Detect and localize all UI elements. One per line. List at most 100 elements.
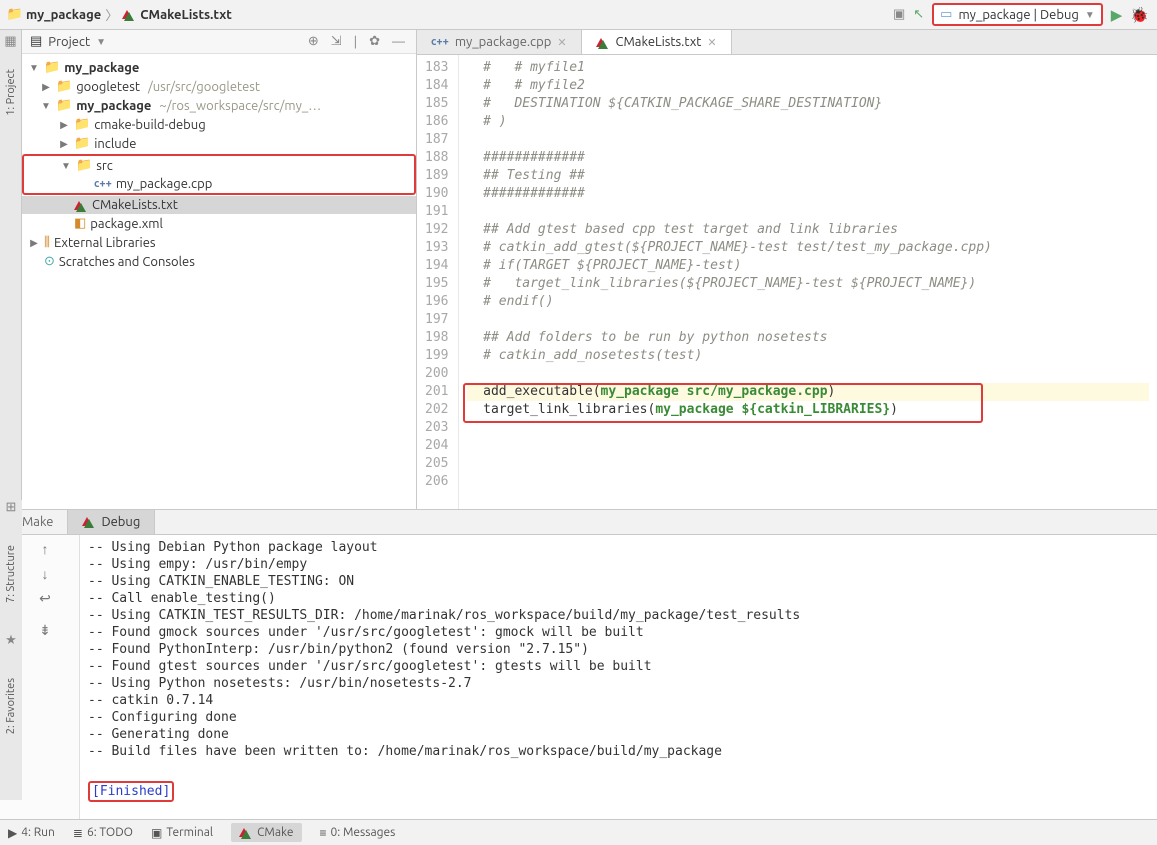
status-cmake[interactable]: CMake (231, 823, 301, 842)
close-icon[interactable]: ✕ (707, 36, 716, 49)
code-content[interactable]: # # myfile1 # # myfile2 # DESTINATION ${… (459, 55, 1157, 509)
cmake-icon (82, 517, 92, 526)
tree-item-package[interactable]: ▼ 📁 my_package ~/ros_workspace/src/my_… (22, 96, 416, 115)
wrap-icon[interactable]: ↩ (36, 590, 54, 614)
tree-item-path: ~/ros_workspace/src/my_… (159, 99, 321, 113)
chevron-right-icon[interactable]: ▶ (58, 138, 70, 150)
down-icon[interactable]: ↓ (36, 566, 54, 582)
project-tree[interactable]: ▼ 📁 my_package ▶ 📁 googletest /usr/src/g… (22, 54, 416, 509)
project-tool-window: ▤ Project ▼ ⊕ ⇲ | ✿ — ▼ 📁 my_package ▶ 📁… (22, 30, 417, 509)
tree-item-src-file[interactable]: c++ my_package.cpp (24, 175, 414, 193)
code-editor[interactable]: 1831841851861871881891901911921931941951… (417, 55, 1157, 509)
tree-item-external-libs[interactable]: ▶ ⫼ External Libraries (22, 233, 416, 252)
folder-icon: 📁 (56, 98, 72, 113)
tree-item-label: Scratches and Consoles (59, 255, 195, 269)
tree-item-cmake-build[interactable]: ▶ 📁 cmake-build-debug (22, 115, 416, 134)
cmake-icon (239, 828, 249, 837)
status-bar: ▶4: Run ≣6: TODO ▣Terminal CMake ≡0: Mes… (0, 819, 1157, 845)
bottom-tool-window: CMake Debug ⟳↑ ▬↓ 🗀↩ ⚙⇟ 🖶 🗑 -- Using Deb… (0, 509, 1157, 819)
folder-icon: 📁 (8, 8, 22, 22)
tree-item-googletest[interactable]: ▶ 📁 googletest /usr/src/googletest (22, 77, 416, 96)
run-config-label: my_package | Debug (958, 8, 1078, 22)
tree-item-label: CMakeLists.txt (92, 198, 178, 212)
window-icon: ▭ (940, 7, 952, 22)
tree-root[interactable]: ▼ 📁 my_package (22, 58, 416, 77)
close-icon[interactable]: ✕ (557, 36, 566, 49)
play-icon: ▶ (8, 826, 17, 840)
tree-item-include[interactable]: ▶ 📁 include (22, 134, 416, 153)
editor-tab-cpp[interactable]: c++ my_package.cpp ✕ (417, 30, 582, 54)
tree-item-src[interactable]: ▼ 📁 src (24, 156, 414, 175)
tree-item-label: include (94, 137, 136, 151)
run-button[interactable]: ▶ (1111, 6, 1123, 24)
bottom-tab-debug[interactable]: Debug (68, 510, 155, 534)
tree-item-label: my_package.cpp (116, 177, 213, 191)
bottom-tab-label: Debug (101, 515, 140, 529)
line-gutter: 1831841851861871881891901911921931941951… (417, 55, 459, 509)
messages-icon: ≡ (320, 826, 327, 840)
tree-item-path: /usr/src/googletest (148, 80, 260, 94)
cpp-file-icon: c++ (94, 178, 112, 190)
folder-icon: 📁 (74, 117, 90, 132)
debug-button[interactable]: 🐞 (1130, 6, 1149, 24)
finished-label: [Finished] (88, 781, 174, 802)
tree-item-label: my_package (76, 99, 151, 113)
status-messages[interactable]: ≡0: Messages (320, 826, 396, 840)
structure-icon[interactable]: ⊞ (6, 500, 17, 515)
folder-icon: 📁 (76, 158, 92, 173)
chevron-down-icon[interactable]: ▼ (28, 62, 40, 74)
folder-icon: 📁 (74, 136, 90, 151)
cmake-icon (122, 10, 132, 19)
editor-tab-label: my_package.cpp (455, 35, 552, 49)
tree-item-scratches[interactable]: ⊙ Scratches and Consoles (22, 252, 416, 271)
sidetab-structure[interactable]: 7: Structure (5, 545, 17, 603)
status-todo[interactable]: ≣6: TODO (73, 826, 133, 840)
chevron-right-icon[interactable]: ▶ (58, 119, 70, 131)
run-configuration-selector[interactable]: ▭ my_package | Debug ▼ (932, 3, 1103, 26)
chevron-right-icon[interactable]: ▶ (40, 81, 52, 93)
build-icon[interactable]: ↖ (913, 7, 924, 22)
tree-item-label: cmake-build-debug (94, 118, 205, 132)
editor-tab-bar: c++ my_package.cpp ✕ CMakeLists.txt ✕ (417, 30, 1157, 55)
up-icon[interactable]: ↑ (36, 541, 54, 558)
status-terminal[interactable]: ▣Terminal (151, 826, 213, 840)
cpp-file-icon: c++ (431, 36, 449, 48)
collapse-icon[interactable]: ⇲ (328, 34, 345, 49)
xml-file-icon: ◧ (74, 216, 86, 231)
breadcrumb-file: CMakeLists.txt (140, 8, 232, 22)
divider: | (351, 35, 361, 49)
project-panel-icon: ▤ (30, 34, 42, 49)
breadcrumb-root: my_package (26, 8, 101, 22)
top-toolbar: 📁 my_package 〉 CMakeLists.txt ▣ ↖ ▭ my_p… (0, 0, 1157, 30)
tree-item-cmakelists[interactable]: CMakeLists.txt (22, 196, 416, 214)
project-panel-title: Project (48, 35, 90, 49)
editor-area: c++ my_package.cpp ✕ CMakeLists.txt ✕ 18… (417, 30, 1157, 509)
gear-icon[interactable]: ✿ (366, 34, 383, 49)
tree-item-label: googletest (76, 80, 140, 94)
library-icon: ⫼ (44, 235, 50, 250)
chevron-down-icon[interactable]: ▼ (40, 100, 52, 112)
scroll-icon[interactable]: ⇟ (36, 622, 54, 639)
sidetab-favorites[interactable]: 2: Favorites (5, 678, 17, 734)
layout-icon[interactable]: ▣ (893, 7, 905, 22)
sidetab-project[interactable]: 1: Project (5, 69, 17, 116)
chevron-right-icon: 〉 (105, 5, 118, 24)
chevron-right-icon[interactable]: ▶ (28, 237, 40, 249)
chevron-down-icon[interactable]: ▼ (96, 36, 106, 48)
tree-item-label: src (96, 159, 113, 173)
favorites-icon[interactable]: ★ (5, 633, 17, 648)
status-run[interactable]: ▶4: Run (8, 826, 55, 840)
cmake-icon (596, 38, 606, 47)
folder-icon: 📁 (56, 79, 72, 94)
cmake-console[interactable]: -- Using Debian Python package layout-- … (80, 535, 1157, 819)
tree-item-label: package.xml (90, 217, 163, 231)
project-tab-icon[interactable]: ▦ (4, 34, 16, 49)
locate-icon[interactable]: ⊕ (305, 34, 322, 49)
tree-item-packagexml[interactable]: ◧ package.xml (22, 214, 416, 233)
tree-item-label: External Libraries (54, 236, 156, 250)
breadcrumb[interactable]: 📁 my_package 〉 CMakeLists.txt (8, 5, 232, 24)
editor-tab-cmake[interactable]: CMakeLists.txt ✕ (582, 30, 732, 54)
editor-tab-label: CMakeLists.txt (616, 35, 702, 49)
hide-icon[interactable]: — (389, 35, 408, 49)
chevron-down-icon[interactable]: ▼ (60, 160, 72, 172)
